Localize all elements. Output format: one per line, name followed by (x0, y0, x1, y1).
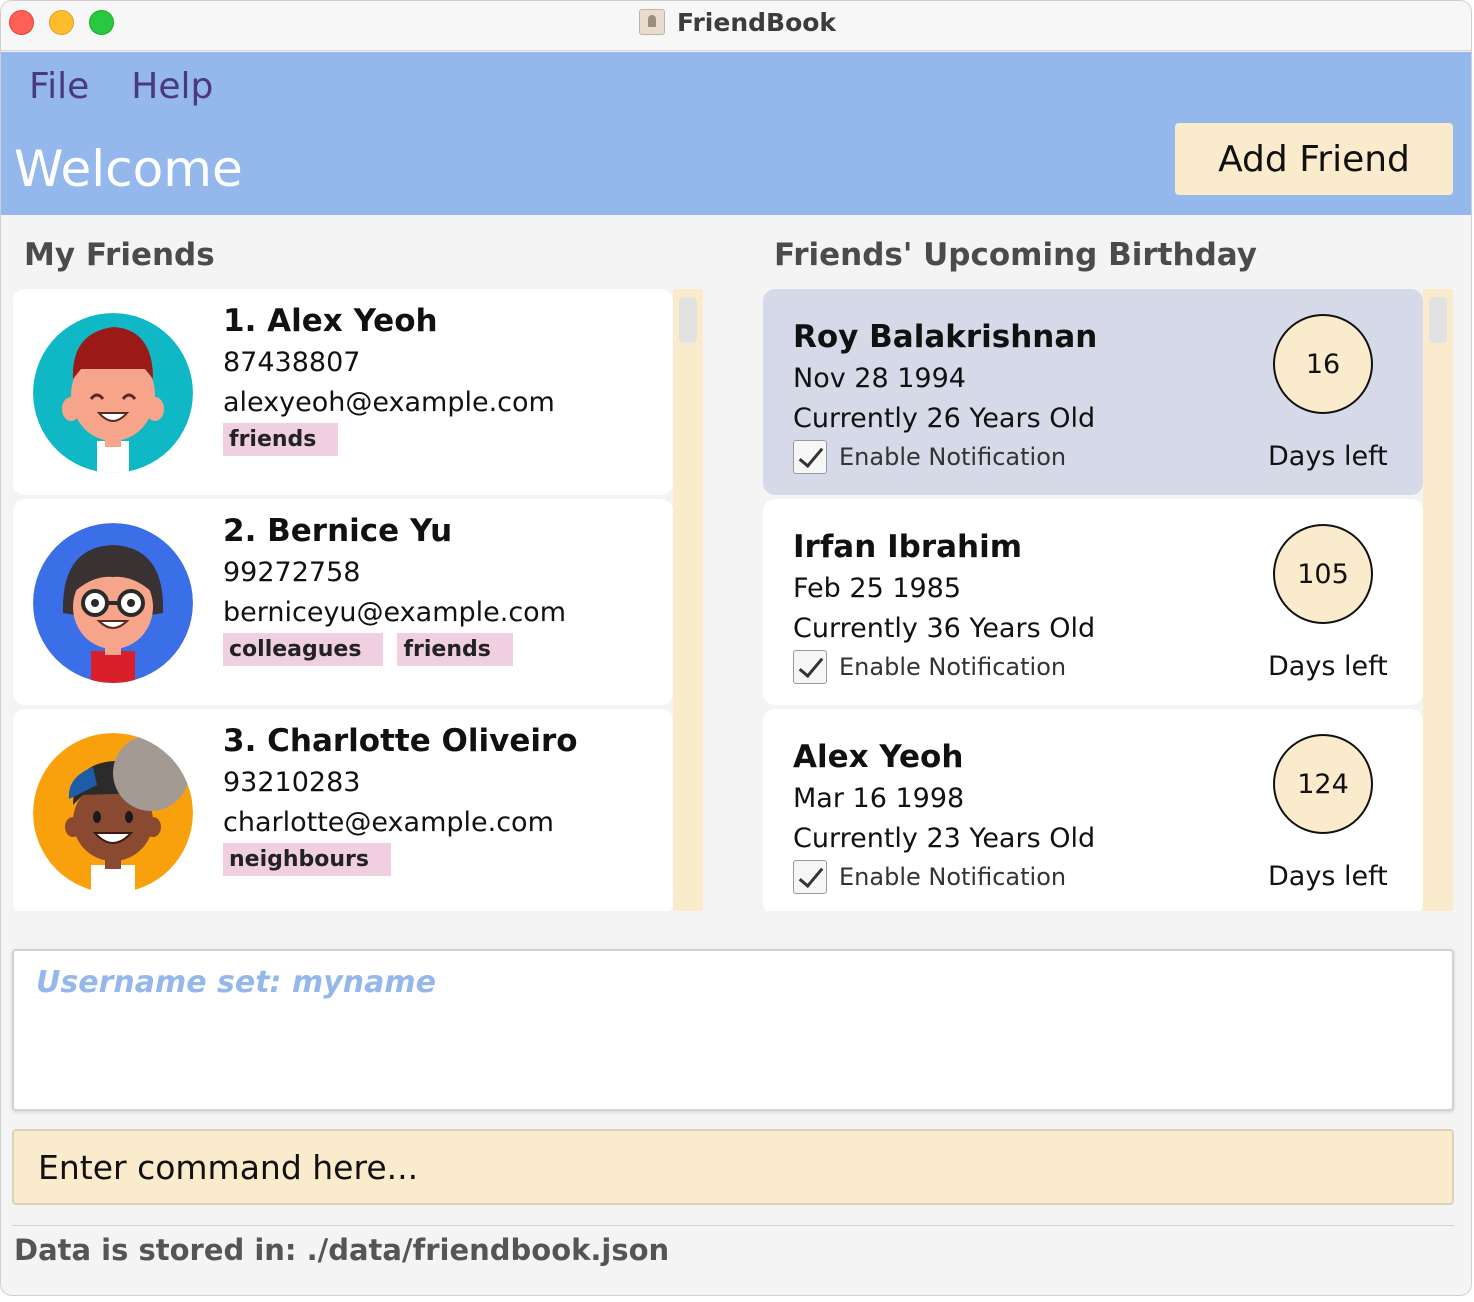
birthday-name: Irfan Ibrahim (793, 529, 1023, 565)
birthday-card[interactable]: Irfan Ibrahim Feb 25 1985 Currently 36 Y… (763, 499, 1423, 705)
birthday-name: Alex Yeoh (793, 739, 964, 775)
friend-card[interactable]: 1. Alex Yeoh 87438807 alexyeoh@example.c… (13, 289, 673, 495)
notification-label: Enable Notification (839, 863, 1067, 891)
title-bar: FriendBook (1, 1, 1471, 51)
friend-list[interactable]: 1. Alex Yeoh 87438807 alexyeoh@example.c… (13, 289, 703, 911)
birthday-age: Currently 26 Years Old (793, 403, 1096, 434)
birthday-list-scrollbar[interactable] (1423, 289, 1453, 911)
result-text: Username set: myname (36, 965, 437, 1000)
friend-email: charlotte@example.com (223, 807, 554, 838)
notification-toggle[interactable]: Enable Notification (793, 650, 1066, 684)
status-divider (12, 1225, 1454, 1226)
friend-phone: 99272758 (223, 557, 361, 588)
zoom-window-button[interactable] (89, 10, 114, 35)
add-friend-button[interactable]: Add Friend (1175, 123, 1453, 195)
friend-phone: 87438807 (223, 347, 361, 378)
scroll-thumb[interactable] (679, 297, 697, 343)
friend-email: berniceyu@example.com (223, 597, 566, 628)
notification-label: Enable Notification (839, 653, 1067, 681)
birthday-date: Mar 16 1998 (793, 783, 965, 814)
days-count-circle: 124 (1273, 734, 1373, 834)
days-left-label: Days left (1268, 861, 1388, 892)
friend-name: 2. Bernice Yu (223, 513, 453, 549)
app-icon (639, 9, 665, 35)
birthday-card[interactable]: Alex Yeoh Mar 16 1998 Currently 23 Years… (763, 709, 1423, 911)
tag-label: friends (397, 633, 513, 666)
notification-label: Enable Notification (839, 443, 1067, 471)
friend-name: 3. Charlotte Oliveiro (223, 723, 578, 759)
boy-red-cap-avatar (33, 313, 193, 473)
menu-bar: File Help (29, 66, 213, 107)
command-input[interactable] (12, 1129, 1454, 1205)
welcome-title: Welcome (14, 140, 243, 198)
header-bar: File Help Welcome Add Friend (1, 52, 1471, 215)
days-left-label: Days left (1268, 441, 1388, 472)
notification-toggle[interactable]: Enable Notification (793, 440, 1066, 474)
window-title: FriendBook (677, 7, 837, 37)
minimize-window-button[interactable] (49, 10, 74, 35)
notification-checkbox[interactable] (793, 860, 827, 894)
close-window-button[interactable] (9, 10, 34, 35)
upcoming-birthday-title: Friends' Upcoming Birthday (774, 237, 1257, 273)
result-display[interactable]: Username set: myname (12, 949, 1454, 1111)
tag-label: colleagues (223, 633, 384, 666)
menu-help[interactable]: Help (131, 66, 213, 107)
friend-name: 1. Alex Yeoh (223, 303, 438, 339)
girl-glasses-avatar (33, 523, 193, 683)
menu-file[interactable]: File (29, 66, 89, 107)
notification-checkbox[interactable] (793, 650, 827, 684)
notification-toggle[interactable]: Enable Notification (793, 860, 1066, 894)
window-title-group: FriendBook (639, 7, 836, 37)
friend-card[interactable]: 3. Charlotte Oliveiro 93210283 charlotte… (13, 709, 673, 911)
birthday-age: Currently 23 Years Old (793, 823, 1096, 854)
boy-grey-cap-avatar (33, 733, 193, 893)
friend-tags: colleagues friends (223, 633, 513, 666)
birthday-card[interactable]: Roy Balakrishnan Nov 28 1994 Currently 2… (763, 289, 1423, 495)
days-count-circle: 16 (1273, 314, 1373, 414)
notification-checkbox[interactable] (793, 440, 827, 474)
my-friends-title: My Friends (24, 237, 215, 273)
status-bar-text: Data is stored in: ./data/friendbook.jso… (14, 1233, 670, 1267)
friend-tags: neighbours (223, 843, 392, 876)
friend-list-scrollbar[interactable] (673, 289, 703, 911)
app-window: FriendBook File Help Welcome Add Friend … (0, 0, 1472, 1296)
scroll-thumb[interactable] (1429, 297, 1447, 343)
friend-phone: 93210283 (223, 767, 361, 798)
friend-tags: friends (223, 423, 339, 456)
birthday-age: Currently 36 Years Old (793, 613, 1096, 644)
birthday-list[interactable]: Roy Balakrishnan Nov 28 1994 Currently 2… (763, 289, 1453, 911)
tag-label: neighbours (223, 843, 392, 876)
days-count-circle: 105 (1273, 524, 1373, 624)
birthday-date: Feb 25 1985 (793, 573, 962, 604)
tag-label: friends (223, 423, 339, 456)
days-left-label: Days left (1268, 651, 1388, 682)
friend-email: alexyeoh@example.com (223, 387, 555, 418)
birthday-date: Nov 28 1994 (793, 363, 966, 394)
birthday-name: Roy Balakrishnan (793, 319, 1098, 355)
friend-card[interactable]: 2. Bernice Yu 99272758 berniceyu@example… (13, 499, 673, 705)
